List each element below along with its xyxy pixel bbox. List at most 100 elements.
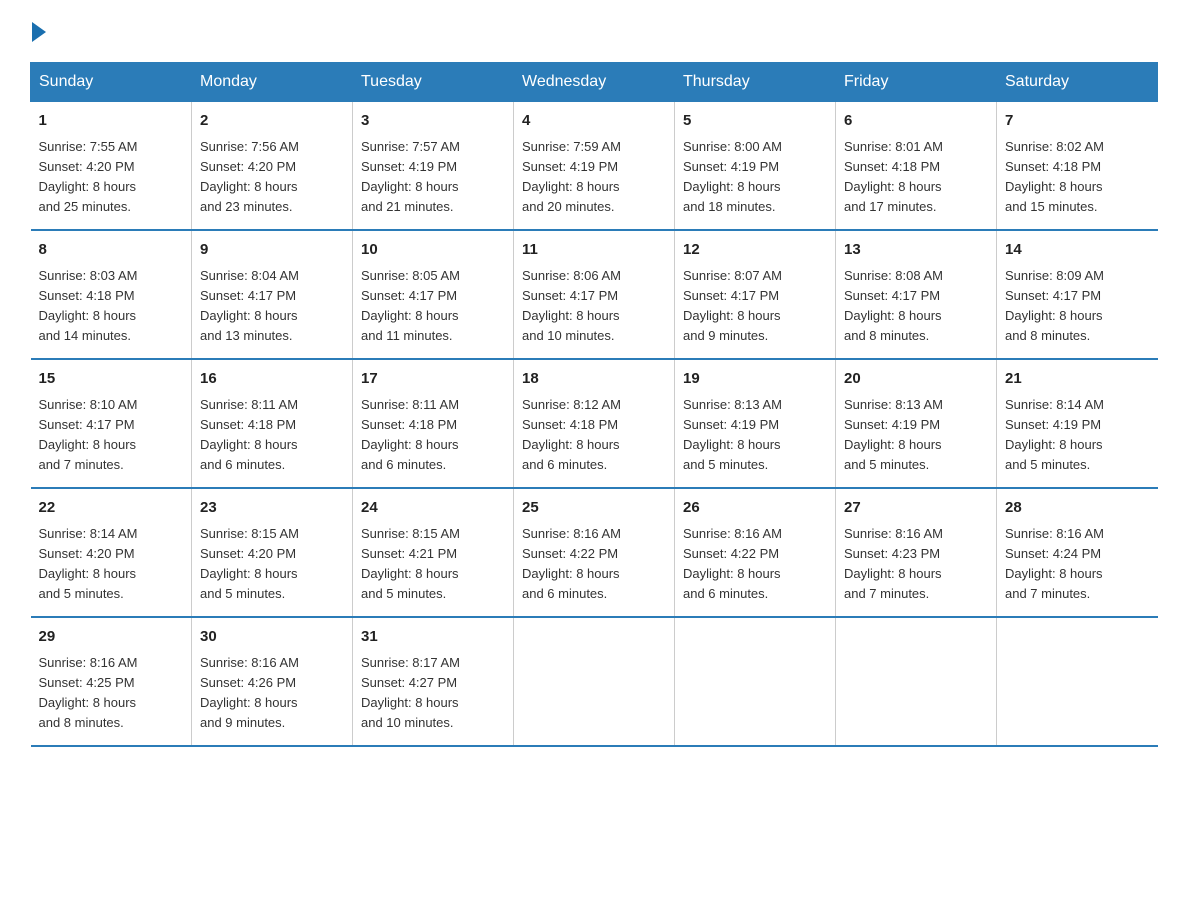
day-info: Sunrise: 8:13 AMSunset: 4:19 PMDaylight:… bbox=[683, 395, 827, 476]
day-number: 4 bbox=[522, 110, 666, 133]
calendar-cell: 21Sunrise: 8:14 AMSunset: 4:19 PMDayligh… bbox=[997, 359, 1158, 488]
calendar-cell: 11Sunrise: 8:06 AMSunset: 4:17 PMDayligh… bbox=[514, 230, 675, 359]
calendar-cell: 30 Sunrise: 8:16 AMSunset: 4:26 PMDayligh… bbox=[192, 617, 353, 746]
day-info: Sunrise: 8:08 AMSunset: 4:17 PMDaylight:… bbox=[844, 266, 988, 347]
logo-arrow-icon bbox=[32, 22, 46, 42]
day-number: 29 bbox=[39, 626, 184, 649]
calendar-cell: 14 Sunrise: 8:09 AMSunset: 4:17 PMDayligh… bbox=[997, 230, 1158, 359]
calendar-cell: 24Sunrise: 8:15 AMSunset: 4:21 PMDayligh… bbox=[353, 488, 514, 617]
day-info: Sunrise: 8:07 AMSunset: 4:17 PMDaylight:… bbox=[683, 266, 827, 347]
week-row-3: 15Sunrise: 8:10 AMSunset: 4:17 PMDayligh… bbox=[31, 359, 1158, 488]
day-info: Sunrise: 8:12 AMSunset: 4:18 PMDaylight:… bbox=[522, 395, 666, 476]
calendar-cell: 1 Sunrise: 7:55 AMSunset: 4:20 PMDaylight… bbox=[31, 102, 192, 231]
day-number: 13 bbox=[844, 239, 988, 262]
calendar-header: SundayMondayTuesdayWednesdayThursdayFrid… bbox=[31, 63, 1158, 102]
calendar-cell: 29 Sunrise: 8:16 AMSunset: 4:25 PMDayligh… bbox=[31, 617, 192, 746]
day-number: 14 bbox=[1005, 239, 1150, 262]
day-number: 16 bbox=[200, 368, 344, 391]
calendar-cell: 19 Sunrise: 8:13 AMSunset: 4:19 PMDayligh… bbox=[675, 359, 836, 488]
day-number: 23 bbox=[200, 497, 344, 520]
header-saturday: Saturday bbox=[997, 63, 1158, 102]
calendar-cell: 18 Sunrise: 8:12 AMSunset: 4:18 PMDayligh… bbox=[514, 359, 675, 488]
day-number: 26 bbox=[683, 497, 827, 520]
day-number: 6 bbox=[844, 110, 988, 133]
calendar-cell: 28 Sunrise: 8:16 AMSunset: 4:24 PMDayligh… bbox=[997, 488, 1158, 617]
day-number: 19 bbox=[683, 368, 827, 391]
calendar-table: SundayMondayTuesdayWednesdayThursdayFrid… bbox=[30, 62, 1158, 747]
calendar-cell: 26 Sunrise: 8:16 AMSunset: 4:22 PMDayligh… bbox=[675, 488, 836, 617]
calendar-cell bbox=[675, 617, 836, 746]
day-info: Sunrise: 8:03 AMSunset: 4:18 PMDaylight:… bbox=[39, 266, 184, 347]
day-number: 2 bbox=[200, 110, 344, 133]
day-number: 1 bbox=[39, 110, 184, 133]
header-tuesday: Tuesday bbox=[353, 63, 514, 102]
calendar-cell: 22 Sunrise: 8:14 AMSunset: 4:20 PMDayligh… bbox=[31, 488, 192, 617]
calendar-cell: 4Sunrise: 7:59 AMSunset: 4:19 PMDaylight… bbox=[514, 102, 675, 231]
day-info: Sunrise: 8:00 AMSunset: 4:19 PMDaylight:… bbox=[683, 137, 827, 218]
calendar-cell: 9 Sunrise: 8:04 AMSunset: 4:17 PMDaylight… bbox=[192, 230, 353, 359]
day-info: Sunrise: 8:11 AMSunset: 4:18 PMDaylight:… bbox=[361, 395, 505, 476]
day-number: 9 bbox=[200, 239, 344, 262]
day-info: Sunrise: 8:09 AMSunset: 4:17 PMDaylight:… bbox=[1005, 266, 1150, 347]
calendar-body: 1 Sunrise: 7:55 AMSunset: 4:20 PMDaylight… bbox=[31, 102, 1158, 747]
day-info: Sunrise: 7:55 AMSunset: 4:20 PMDaylight:… bbox=[39, 137, 184, 218]
day-number: 31 bbox=[361, 626, 505, 649]
logo bbox=[30, 20, 46, 42]
day-info: Sunrise: 8:16 AMSunset: 4:22 PMDaylight:… bbox=[522, 524, 666, 605]
calendar-cell: 7 Sunrise: 8:02 AMSunset: 4:18 PMDaylight… bbox=[997, 102, 1158, 231]
day-number: 5 bbox=[683, 110, 827, 133]
calendar-cell: 23 Sunrise: 8:15 AMSunset: 4:20 PMDayligh… bbox=[192, 488, 353, 617]
day-info: Sunrise: 8:15 AMSunset: 4:21 PMDaylight:… bbox=[361, 524, 505, 605]
day-number: 12 bbox=[683, 239, 827, 262]
day-number: 21 bbox=[1005, 368, 1150, 391]
day-number: 28 bbox=[1005, 497, 1150, 520]
day-info: Sunrise: 8:13 AMSunset: 4:19 PMDaylight:… bbox=[844, 395, 988, 476]
day-info: Sunrise: 8:11 AMSunset: 4:18 PMDaylight:… bbox=[200, 395, 344, 476]
day-number: 22 bbox=[39, 497, 184, 520]
header-friday: Friday bbox=[836, 63, 997, 102]
day-info: Sunrise: 8:16 AMSunset: 4:23 PMDaylight:… bbox=[844, 524, 988, 605]
day-info: Sunrise: 8:01 AMSunset: 4:18 PMDaylight:… bbox=[844, 137, 988, 218]
day-info: Sunrise: 8:16 AMSunset: 4:26 PMDaylight:… bbox=[200, 653, 344, 734]
day-info: Sunrise: 8:16 AMSunset: 4:24 PMDaylight:… bbox=[1005, 524, 1150, 605]
week-row-2: 8 Sunrise: 8:03 AMSunset: 4:18 PMDaylight… bbox=[31, 230, 1158, 359]
day-number: 27 bbox=[844, 497, 988, 520]
calendar-cell: 15Sunrise: 8:10 AMSunset: 4:17 PMDayligh… bbox=[31, 359, 192, 488]
header-wednesday: Wednesday bbox=[514, 63, 675, 102]
day-number: 18 bbox=[522, 368, 666, 391]
calendar-cell: 3 Sunrise: 7:57 AMSunset: 4:19 PMDaylight… bbox=[353, 102, 514, 231]
calendar-cell: 16 Sunrise: 8:11 AMSunset: 4:18 PMDayligh… bbox=[192, 359, 353, 488]
calendar-cell: 31 Sunrise: 8:17 AMSunset: 4:27 PMDayligh… bbox=[353, 617, 514, 746]
day-number: 7 bbox=[1005, 110, 1150, 133]
calendar-cell: 6 Sunrise: 8:01 AMSunset: 4:18 PMDaylight… bbox=[836, 102, 997, 231]
day-number: 8 bbox=[39, 239, 184, 262]
day-info: Sunrise: 8:02 AMSunset: 4:18 PMDaylight:… bbox=[1005, 137, 1150, 218]
day-info: Sunrise: 8:16 AMSunset: 4:22 PMDaylight:… bbox=[683, 524, 827, 605]
day-number: 20 bbox=[844, 368, 988, 391]
day-number: 30 bbox=[200, 626, 344, 649]
day-info: Sunrise: 8:14 AMSunset: 4:20 PMDaylight:… bbox=[39, 524, 184, 605]
day-number: 17 bbox=[361, 368, 505, 391]
calendar-cell: 5 Sunrise: 8:00 AMSunset: 4:19 PMDaylight… bbox=[675, 102, 836, 231]
day-info: Sunrise: 7:57 AMSunset: 4:19 PMDaylight:… bbox=[361, 137, 505, 218]
day-info: Sunrise: 8:06 AMSunset: 4:17 PMDaylight:… bbox=[522, 266, 666, 347]
calendar-cell: 2Sunrise: 7:56 AMSunset: 4:20 PMDaylight… bbox=[192, 102, 353, 231]
calendar-cell: 10 Sunrise: 8:05 AMSunset: 4:17 PMDayligh… bbox=[353, 230, 514, 359]
day-info: Sunrise: 8:16 AMSunset: 4:25 PMDaylight:… bbox=[39, 653, 184, 734]
calendar-cell: 17 Sunrise: 8:11 AMSunset: 4:18 PMDayligh… bbox=[353, 359, 514, 488]
day-number: 3 bbox=[361, 110, 505, 133]
day-number: 10 bbox=[361, 239, 505, 262]
day-info: Sunrise: 8:05 AMSunset: 4:17 PMDaylight:… bbox=[361, 266, 505, 347]
calendar-cell: 27 Sunrise: 8:16 AMSunset: 4:23 PMDayligh… bbox=[836, 488, 997, 617]
day-info: Sunrise: 8:04 AMSunset: 4:17 PMDaylight:… bbox=[200, 266, 344, 347]
calendar-cell bbox=[836, 617, 997, 746]
calendar-cell: 20 Sunrise: 8:13 AMSunset: 4:19 PMDayligh… bbox=[836, 359, 997, 488]
header-monday: Monday bbox=[192, 63, 353, 102]
day-info: Sunrise: 8:17 AMSunset: 4:27 PMDaylight:… bbox=[361, 653, 505, 734]
page-header bbox=[30, 20, 1158, 42]
header-thursday: Thursday bbox=[675, 63, 836, 102]
day-info: Sunrise: 8:10 AMSunset: 4:17 PMDaylight:… bbox=[39, 395, 184, 476]
day-number: 25 bbox=[522, 497, 666, 520]
calendar-cell: 13 Sunrise: 8:08 AMSunset: 4:17 PMDayligh… bbox=[836, 230, 997, 359]
day-info: Sunrise: 8:15 AMSunset: 4:20 PMDaylight:… bbox=[200, 524, 344, 605]
